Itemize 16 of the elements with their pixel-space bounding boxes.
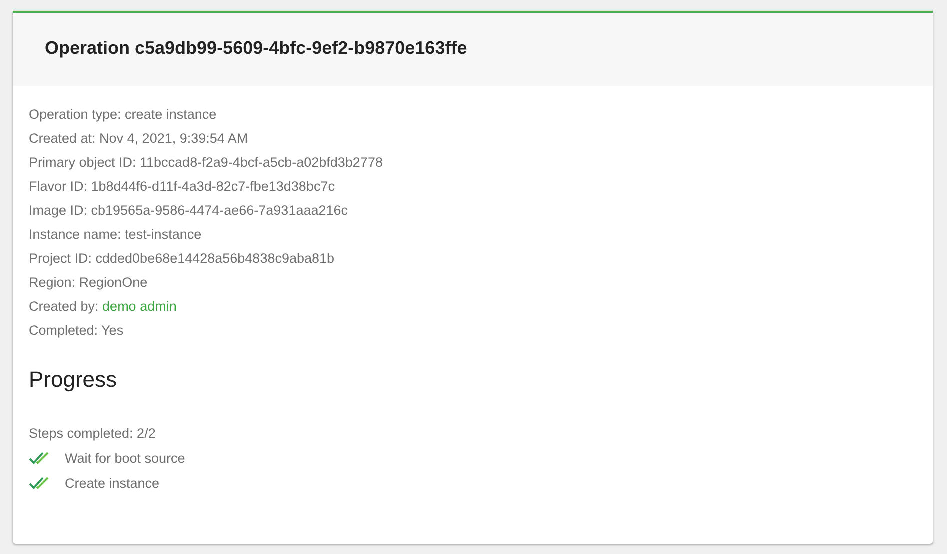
step-label: Create instance xyxy=(65,474,160,493)
step-label: Wait for boot source xyxy=(65,450,186,468)
detail-line: Region: RegionOne xyxy=(29,274,149,292)
detail-line: Image ID: cb19565a-9586-4474-ae66-7a931aaa216c xyxy=(29,202,349,220)
detail-line: Flavor ID: 1b8d44f6-d11f-4a3d-82c7-fbe13d38bc7c xyxy=(29,178,336,196)
detail-line: Primary object ID: 11bccad8-f2a9-4bcf-a5cb-a02bfd3b2778 xyxy=(29,154,384,172)
operation-title: Operation c5a9db99-5609-4bfc-9ef2-b9870e163ffe xyxy=(45,38,468,60)
steps-summary: Steps completed: 2/2 xyxy=(29,424,157,443)
detail-label: Created by: xyxy=(29,298,100,314)
detail-line: Project ID: cdded0be68e14428a56b4838c9aba81b xyxy=(29,250,336,268)
detail-line: Created at: Nov 4, 2021, 9:39:54 AM xyxy=(29,130,250,148)
detail-line: Completed: Yes xyxy=(29,322,125,340)
user-link[interactable]: demo admin xyxy=(102,298,177,314)
detail-line: Operation type: create instance xyxy=(29,106,218,124)
section-heading: Progress xyxy=(29,366,118,393)
detail-line: Instance name: test-instance xyxy=(29,226,203,244)
